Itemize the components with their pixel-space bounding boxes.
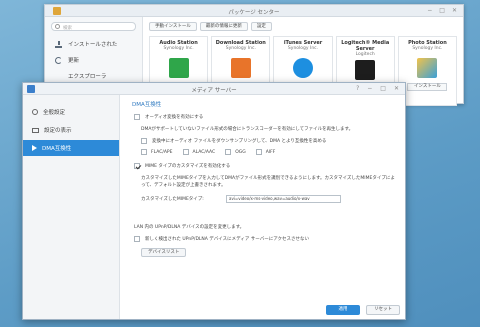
minimize-icon[interactable]: − [367, 85, 372, 92]
format-checkbox[interactable] [225, 149, 232, 155]
sidebar-item-display[interactable]: 設定の表示 [23, 122, 119, 138]
transcode-description: DMAがサポートしていないファイル形式の場合にトランスコーダーを有効にしてファイ… [141, 126, 353, 132]
package-vendor: Logitech [355, 52, 375, 57]
section-title: DMA互換性 [132, 102, 162, 108]
format-option[interactable]: AIFF [255, 149, 276, 155]
format-label: AIFF [265, 149, 276, 155]
photo-station-icon [417, 58, 438, 78]
manual-install-button[interactable]: 手動インストール [149, 22, 197, 31]
sidebar-item-label: 全般設定 [43, 110, 66, 116]
display-icon [32, 127, 39, 133]
transcode-row: オーディオ変換を有効にする [134, 114, 203, 120]
downsample-checkbox[interactable] [141, 138, 147, 144]
mime-type-input[interactable]: avi=video/x-ms-video,wav=audio/x-wav [226, 195, 341, 203]
dma-settings-panel: DMA互換性 オーディオ変換を有効にする DMAがサポートしていないファイル形式… [128, 95, 405, 319]
transcode-desc-text: DMAがサポートしていないファイル形式の場合にトランスコーダーを有効にしてファイ… [141, 127, 354, 132]
format-label: FLAC/APE [151, 149, 173, 155]
mime-row: MIME タイプのカスタマイズを有効化する [134, 163, 230, 169]
settings-button[interactable]: 設定 [250, 22, 272, 31]
package-center-titlebar[interactable]: パッケージ センター − □ ✕ [45, 5, 463, 17]
package-center-controls: − □ ✕ [427, 7, 457, 14]
format-label: OGG [235, 149, 246, 155]
maximize-icon[interactable]: □ [380, 85, 386, 92]
sidebar-item-installed[interactable]: インストールされた [45, 36, 142, 52]
package-search-input[interactable]: 検索 [51, 22, 136, 31]
sidebar-item-general[interactable]: 全般設定 [23, 104, 119, 120]
gear-icon [32, 109, 38, 115]
download-icon [55, 40, 62, 48]
sidebar-item-label: エクスプローラ [68, 74, 107, 80]
refresh-button[interactable]: 最新の情報に更新 [199, 22, 248, 31]
mime-label: MIME タイプのカスタマイズを有効化する [145, 164, 231, 169]
media-server-titlebar[interactable]: メディア サーバー ? − □ ✕ [23, 83, 405, 95]
package-card[interactable]: Photo Station Synology Inc. インストール [397, 36, 458, 106]
media-server-window[interactable]: メディア サーバー ? − □ ✕ 全般設定 設定の表示 DMA互換性 DMA互… [22, 82, 406, 320]
lan-desc-text: LAN 内の UPnP/DLNA デバイスの設定を変更します。 [134, 225, 245, 230]
media-server-title: メディア サーバー [191, 88, 237, 94]
play-icon [32, 145, 37, 151]
mime-description: カスタマイズしたMIMEタイプを入力してDMAがファイル形式を識別できるようにし… [141, 176, 395, 188]
transcode-checkbox[interactable] [134, 114, 140, 120]
sidebar-item-label: 設定の表示 [44, 128, 72, 134]
mime-field-row: カスタマイズしたMIMEタイプ: avi=video/x-ms-video,wa… [141, 195, 341, 203]
device-list-button[interactable]: デバイスリスト [141, 248, 187, 257]
new-device-checkbox[interactable] [134, 236, 140, 242]
format-label: ALAC/AAC [192, 149, 216, 155]
mime-checkbox[interactable] [134, 163, 140, 169]
close-icon[interactable]: ✕ [452, 7, 457, 14]
sidebar-item-label: 更新 [68, 58, 80, 64]
package-vendor: Synology Inc. [412, 46, 443, 51]
logitech-icon [355, 60, 376, 80]
search-icon [55, 24, 60, 29]
package-name: Logitech® Media Server [341, 40, 390, 52]
transcode-label: オーディオ変換を有効にする [145, 115, 204, 120]
new-device-row: 新しく検出された UPnP/DLNA デバイスにメディア サーバーにアクセスさせ… [134, 236, 309, 242]
format-option[interactable]: FLAC/APE [141, 149, 173, 155]
format-checkbox[interactable] [255, 149, 262, 155]
package-vendor: Synology Inc. [225, 46, 256, 51]
downsample-label: 変換中にオーディオ ファイルをダウンサンプリングして、DMA とより互換性を高め… [152, 139, 327, 144]
format-checkbox[interactable] [182, 149, 189, 155]
download-station-icon [230, 58, 251, 78]
close-icon[interactable]: ✕ [394, 85, 399, 92]
downsample-row: 変換中にオーディオ ファイルをダウンサンプリングして、DMA とより互換性を高め… [141, 138, 326, 144]
package-center-toolbar: 手動インストール 最新の情報に更新 設定 [149, 22, 272, 31]
new-device-label: 新しく検出された UPnP/DLNA デバイスにメディア サーバーにアクセスさせ… [145, 237, 309, 242]
refresh-icon [55, 56, 62, 64]
itunes-server-icon [293, 58, 313, 78]
package-vendor: Synology Inc. [163, 46, 194, 51]
sidebar-item-dma-compatibility[interactable]: DMA互換性 [23, 140, 119, 156]
media-server-sidebar: 全般設定 設定の表示 DMA互換性 [23, 95, 120, 319]
package-center-title: パッケージ センター [228, 10, 280, 16]
format-option[interactable]: ALAC/AAC [182, 149, 216, 155]
explore-icon [55, 73, 62, 80]
lan-description: LAN 内の UPnP/DLNA デバイスの設定を変更します。 [134, 224, 244, 230]
sidebar-item-update[interactable]: 更新 [45, 52, 142, 68]
install-button[interactable]: インストール [407, 83, 448, 91]
mime-field-label: カスタマイズしたMIMEタイプ: [141, 197, 204, 202]
format-options: FLAC/APE ALAC/AAC OGG AIFF [141, 149, 275, 155]
format-checkbox[interactable] [141, 149, 147, 155]
sidebar-item-label: インストールされた [68, 42, 118, 48]
maximize-icon[interactable]: □ [439, 7, 445, 14]
audio-station-icon [168, 58, 189, 78]
format-option[interactable]: OGG [225, 149, 246, 155]
minimize-icon[interactable]: − [427, 7, 432, 14]
reset-button[interactable]: リセット [366, 305, 400, 315]
apply-button[interactable]: 適用 [326, 305, 360, 315]
search-placeholder: 検索 [63, 25, 72, 31]
sidebar-item-label: DMA互換性 [42, 146, 72, 152]
help-icon[interactable]: ? [356, 85, 359, 92]
package-vendor: Synology Inc. [287, 46, 319, 51]
media-server-controls: ? − □ ✕ [356, 85, 399, 92]
